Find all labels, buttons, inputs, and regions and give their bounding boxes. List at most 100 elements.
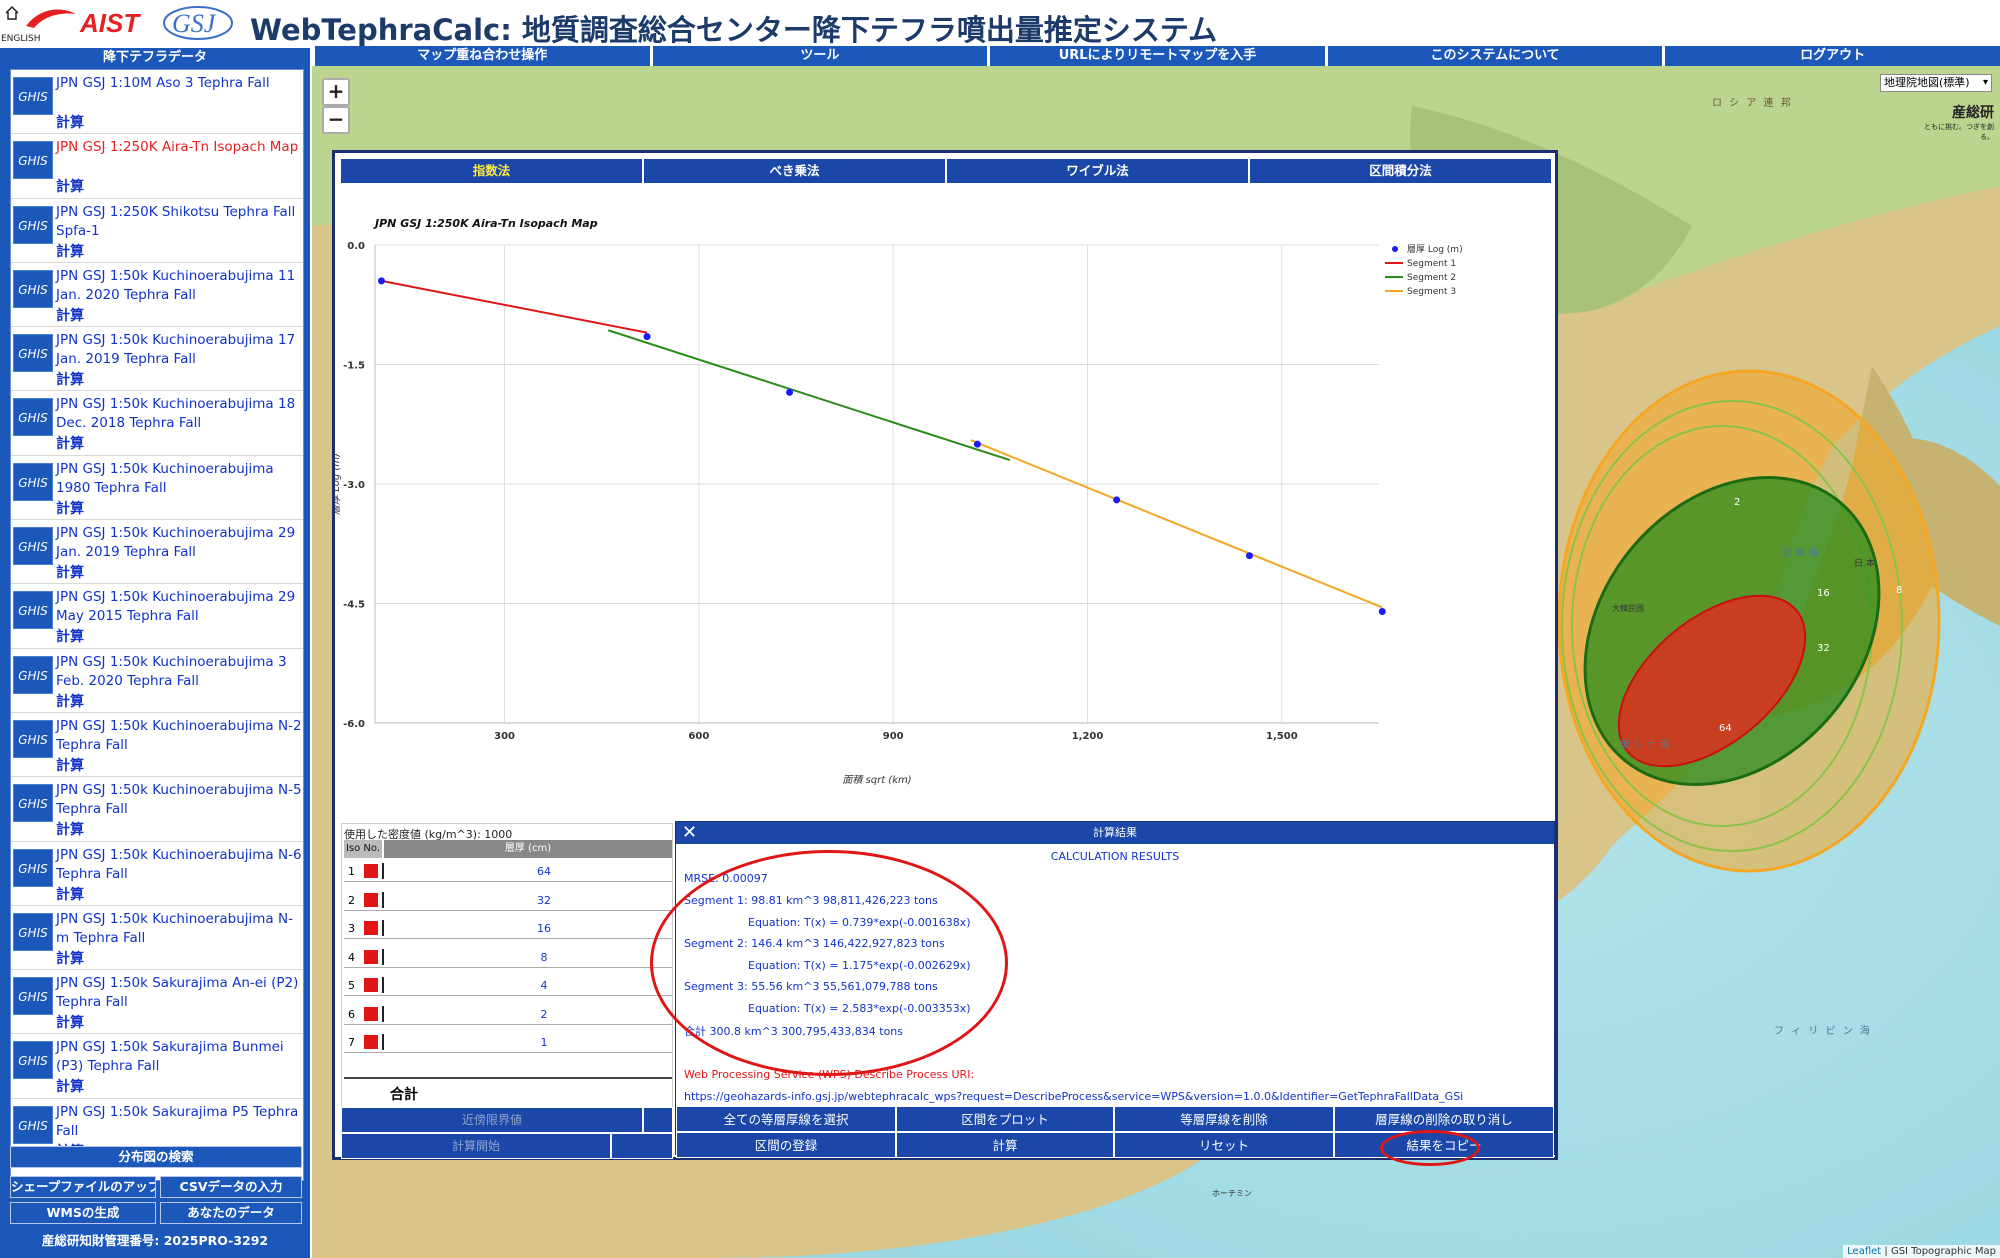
menu-remote-map[interactable]: URLによりリモートマップを入手 — [987, 46, 1325, 66]
table-row[interactable]: 3 16 — [344, 917, 672, 939]
start-calc-button[interactable]: 計算開始 — [341, 1133, 611, 1159]
list-item[interactable]: GHIS JPN GSJ 1:50k Kuchinoerabujima 29 Ja… — [11, 520, 303, 585]
color-handle[interactable] — [382, 948, 384, 965]
list-item[interactable]: GHIS JPN GSJ 1:50k Kuchinoerabujima N-2 T… — [11, 713, 303, 778]
calc-link[interactable]: 計算 — [56, 819, 84, 839]
calc-link[interactable]: 計算 — [56, 691, 84, 711]
color-handle[interactable] — [382, 977, 384, 993]
ghis-icon[interactable]: GHIS — [13, 655, 53, 694]
select-all-isopachs-button[interactable]: 全ての等層厚線を選択 — [676, 1106, 896, 1132]
start-calc-extra[interactable] — [611, 1133, 673, 1159]
ghis-icon[interactable]: GHIS — [13, 1105, 53, 1144]
ghis-icon[interactable]: GHIS — [13, 205, 53, 244]
basemap-select[interactable]: 地理院地図(標準) ▾ — [1880, 74, 1992, 92]
calc-link[interactable]: 計算 — [56, 176, 84, 196]
leaflet-link[interactable]: Leaflet — [1847, 1246, 1881, 1257]
table-row[interactable]: 1 64 — [344, 860, 672, 882]
list-item[interactable]: GHIS JPN GSJ 1:50k Sakurajima An-ei (P2) … — [11, 970, 303, 1035]
tephra-data-list[interactable]: GHIS JPN GSJ 1:10M Aso 3 Tephra Fall 計算 GHI… — [10, 69, 304, 1181]
plot-segment-button[interactable]: 区間をプロット — [896, 1106, 1114, 1132]
list-item[interactable]: GHIS JPN GSJ 1:250K Shikotsu Tephra Fall … — [11, 199, 303, 263]
reset-button[interactable]: リセット — [1114, 1132, 1334, 1158]
ghis-icon[interactable]: GHIS — [13, 398, 53, 437]
zoom-in-button[interactable]: + — [322, 78, 350, 106]
register-segment-button[interactable]: 区間の登録 — [676, 1132, 896, 1158]
ghis-icon[interactable]: GHIS — [13, 77, 53, 115]
color-swatch[interactable] — [364, 978, 378, 992]
table-row[interactable]: 54 — [344, 974, 672, 996]
menu-logout[interactable]: ログアウト — [1662, 46, 2000, 66]
color-swatch[interactable] — [364, 864, 378, 878]
zoom-out-button[interactable]: − — [322, 106, 350, 134]
color-swatch[interactable] — [364, 1035, 378, 1049]
color-swatch[interactable] — [364, 921, 378, 935]
list-item[interactable]: GHIS JPN GSJ 1:50k Kuchinoerabujima N-6 T… — [11, 842, 303, 906]
color-handle[interactable] — [382, 1034, 384, 1050]
calc-link[interactable]: 計算 — [56, 498, 84, 518]
tab-weibull[interactable]: ワイブル法 — [947, 159, 1248, 183]
gsj-logo[interactable]: GSJ — [160, 2, 242, 42]
dataset-name[interactable]: JPN GSJ 1:50k Kuchinoerabujima N-6 Tephr… — [56, 846, 303, 884]
aist-logo[interactable]: AIST — [20, 4, 160, 40]
dataset-name[interactable]: JPN GSJ 1:50k Kuchinoerabujima 29 Jan. 2… — [56, 524, 303, 562]
calc-link[interactable]: 計算 — [56, 433, 84, 453]
list-item[interactable]: GHIS JPN GSJ 1:50k Sakurajima Bunmei (P3)… — [11, 1034, 303, 1099]
home-icon[interactable] — [4, 5, 20, 21]
calc-link[interactable]: 計算 — [56, 562, 84, 582]
color-handle[interactable] — [382, 1005, 384, 1022]
shapefile-upload-button[interactable]: シェープファイルのアップ — [10, 1176, 156, 1198]
dataset-name[interactable]: JPN GSJ 1:50k Kuchinoerabujima 11 Jan. 2… — [56, 267, 303, 305]
list-item[interactable]: GHIS JPN GSJ 1:10M Aso 3 Tephra Fall 計算 — [11, 70, 303, 135]
list-item[interactable]: GHIS JPN GSJ 1:50k Kuchinoerabujima 18 De… — [11, 391, 303, 456]
ghis-icon[interactable]: GHIS — [13, 977, 53, 1016]
dataset-name[interactable]: JPN GSJ 1:250K Aira-Tn Isopach Map — [56, 138, 303, 157]
dataset-name[interactable]: JPN GSJ 1:50k Sakurajima An-ei (P2) Teph… — [56, 974, 303, 1012]
table-row[interactable]: 2 32 — [344, 889, 672, 911]
dataset-name[interactable]: JPN GSJ 1:50k Kuchinoerabujima N-m Tephr… — [56, 910, 303, 948]
calc-link[interactable]: 計算 — [56, 884, 84, 904]
calc-link[interactable]: 計算 — [56, 948, 84, 968]
color-swatch[interactable] — [364, 949, 378, 964]
search-distribution-button[interactable]: 分布図の検索 — [10, 1146, 302, 1168]
menu-about[interactable]: このシステムについて — [1324, 46, 1663, 66]
calc-link[interactable]: 計算 — [56, 305, 84, 325]
wms-generate-button[interactable]: WMSの生成 — [10, 1202, 156, 1224]
ghis-icon[interactable]: GHIS — [13, 912, 53, 951]
ghis-icon[interactable]: GHIS — [13, 269, 53, 308]
ghis-icon[interactable]: GHIS — [13, 527, 53, 566]
ghis-icon[interactable]: GHIS — [13, 334, 53, 373]
calc-link[interactable]: 計算 — [56, 1076, 84, 1096]
color-handle[interactable] — [382, 891, 384, 908]
tab-exponential[interactable]: 指数法 — [341, 159, 642, 183]
near-limit-button[interactable]: 近傍限界値 — [341, 1107, 643, 1133]
calc-link[interactable]: 計算 — [56, 626, 84, 646]
table-row[interactable]: 62 — [344, 1003, 672, 1025]
tab-power-law[interactable]: べき乗法 — [644, 159, 945, 183]
near-limit-extra[interactable] — [643, 1107, 673, 1133]
color-handle[interactable] — [382, 863, 384, 879]
list-item[interactable]: GHIS JPN GSJ 1:250K Aira-Tn Isopach Map 計算 — [11, 134, 303, 199]
color-handle[interactable] — [382, 920, 384, 936]
list-item[interactable]: GHIS JPN GSJ 1:50k Kuchinoerabujima 29 Ma… — [11, 584, 303, 649]
dataset-name[interactable]: JPN GSJ 1:50k Kuchinoerabujima 3 Feb. 20… — [56, 653, 303, 691]
ghis-icon[interactable]: GHIS — [13, 784, 53, 823]
ghis-icon[interactable]: GHIS — [13, 141, 53, 180]
your-data-button[interactable]: あなたのデータ — [160, 1202, 302, 1224]
calc-link[interactable]: 計算 — [56, 755, 84, 775]
list-item[interactable]: GHIS JPN GSJ 1:50k Kuchinoerabujima 11 Ja… — [11, 263, 303, 328]
delete-isopach-button[interactable]: 等層厚線を削除 — [1114, 1106, 1334, 1132]
ghis-icon[interactable]: GHIS — [13, 719, 53, 758]
ghis-icon[interactable]: GHIS — [13, 462, 53, 501]
dataset-name[interactable]: JPN GSJ 1:50k Kuchinoerabujima 1980 Teph… — [56, 460, 303, 498]
dataset-name[interactable]: JPN GSJ 1:50k Kuchinoerabujima N-2 Tephr… — [56, 717, 303, 755]
calculate-button[interactable]: 計算 — [896, 1132, 1114, 1158]
color-swatch[interactable] — [364, 1006, 378, 1021]
calc-link[interactable]: 計算 — [56, 369, 84, 389]
ghis-icon[interactable]: GHIS — [13, 591, 53, 630]
dataset-name[interactable]: JPN GSJ 1:50k Kuchinoerabujima 29 May 20… — [56, 588, 303, 626]
undo-delete-button[interactable]: 層厚線の削除の取り消し — [1334, 1106, 1554, 1132]
ghis-icon[interactable]: GHIS — [13, 1041, 53, 1080]
list-item[interactable]: GHIS JPN GSJ 1:50k Kuchinoerabujima N-5 T… — [11, 777, 303, 842]
wps-url[interactable]: https://geohazards-info.gsj.jp/webtephra… — [684, 1090, 1463, 1103]
tab-segment-integration[interactable]: 区間積分法 — [1250, 159, 1551, 183]
